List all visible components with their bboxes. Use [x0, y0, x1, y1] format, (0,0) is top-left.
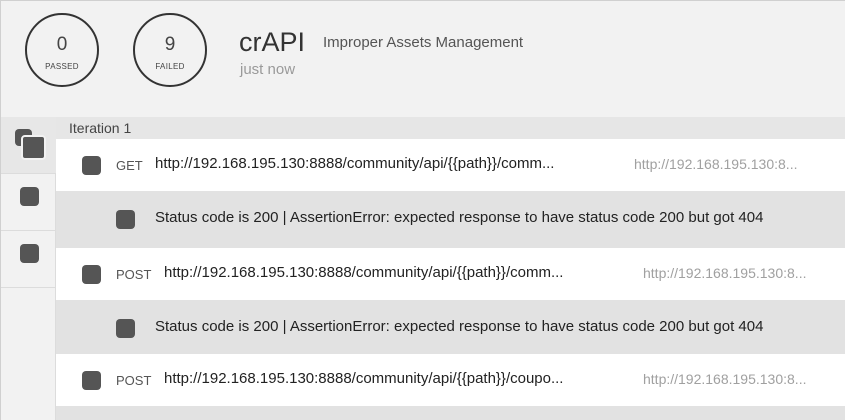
passed-label: PASSED — [45, 62, 79, 71]
status-square-icon — [20, 244, 39, 263]
assertion-row-partial — [56, 406, 845, 420]
request-row[interactable]: POST http://192.168.195.130:8888/communi… — [56, 354, 845, 406]
request-url[interactable]: http://192.168.195.130:8888/community/ap… — [155, 155, 554, 172]
collection-title: crAPI — [239, 27, 306, 57]
assertion-text: Status code is 200 | AssertionError: exp… — [155, 209, 764, 226]
passed-counter: 0 PASSED — [25, 13, 99, 87]
status-square-icon — [82, 265, 101, 284]
request-url[interactable]: http://192.168.195.130:8888/community/ap… — [164, 370, 563, 387]
status-square-icon — [20, 187, 39, 206]
request-row[interactable]: POST http://192.168.195.130:8888/communi… — [56, 248, 845, 300]
request-method: POST — [116, 267, 152, 282]
filter-failed-button[interactable] — [1, 231, 56, 288]
assertion-row[interactable]: Status code is 200 | AssertionError: exp… — [56, 300, 845, 357]
filter-passed-button[interactable] — [1, 174, 56, 231]
failed-counter: 9 FAILED — [133, 13, 207, 87]
run-summary-header: 0 PASSED 9 FAILED crAPI Improper Assets … — [0, 0, 845, 117]
resolved-url: http://192.168.195.130:8... — [634, 156, 798, 172]
run-timestamp: just now — [240, 61, 296, 78]
failed-label: FAILED — [155, 62, 185, 71]
folder-name: Improper Assets Management — [323, 34, 524, 51]
request-row[interactable]: GET http://192.168.195.130:8888/communit… — [56, 139, 845, 191]
filter-rail — [0, 117, 56, 420]
status-square-icon — [116, 210, 135, 229]
failed-count: 9 — [164, 34, 176, 55]
request-url[interactable]: http://192.168.195.130:8888/community/ap… — [164, 264, 563, 281]
all-results-icon-front — [21, 135, 46, 160]
assertion-row[interactable]: Status code is 200 | AssertionError: exp… — [56, 191, 845, 248]
resolved-url: http://192.168.195.130:8... — [643, 371, 807, 387]
status-square-icon — [116, 319, 135, 338]
status-square-icon — [82, 156, 101, 175]
assertion-text: Status code is 200 | AssertionError: exp… — [155, 318, 764, 335]
request-method: POST — [116, 373, 152, 388]
status-square-icon — [82, 371, 101, 390]
iteration-header[interactable]: Iteration 1 — [56, 117, 845, 139]
resolved-url: http://192.168.195.130:8... — [643, 265, 807, 281]
filter-all-button[interactable] — [1, 117, 56, 174]
iteration-label: Iteration 1 — [69, 120, 132, 136]
request-method: GET — [116, 158, 143, 173]
passed-count: 0 — [56, 34, 68, 55]
